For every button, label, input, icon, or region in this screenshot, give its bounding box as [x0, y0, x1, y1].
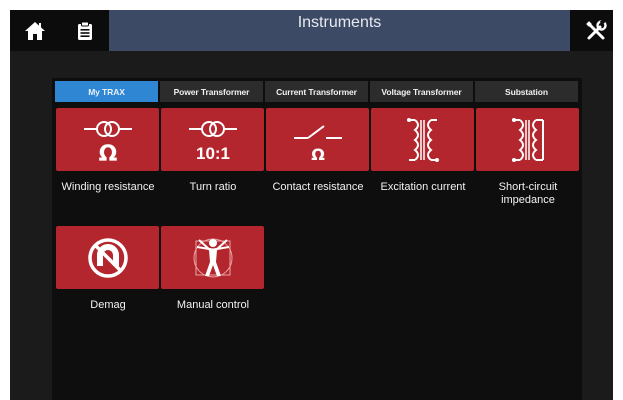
demag-icon [87, 237, 128, 278]
home-button[interactable] [14, 10, 55, 51]
tile-manual-control[interactable]: Manual control [161, 226, 265, 312]
tile-label: Winding resistance [61, 181, 155, 193]
tile-demag[interactable]: Demag [56, 226, 160, 312]
app-screen: Instruments My TRAX Power Transformer Cu… [10, 10, 613, 400]
tile-excitation-current[interactable]: Excitation current [371, 108, 475, 194]
tab-current-transformer[interactable]: Current Transformer [265, 81, 368, 102]
tile-label: Short-circuit impedance [498, 181, 558, 206]
tile-winding-resistance-icon-box: Ω [56, 108, 159, 171]
manual-control-icon [193, 238, 232, 277]
excitation-current-icon [406, 117, 439, 162]
instruments-panel: My TRAX Power Transformer Current Transf… [52, 78, 582, 400]
short-circuit-impedance-icon [511, 117, 544, 162]
home-icon [24, 21, 45, 40]
tile-demag-icon-box [56, 226, 159, 289]
clipboard-button[interactable] [64, 10, 105, 51]
tile-contact-resistance-icon-box: Ω [266, 108, 369, 171]
tile-label: Turn ratio [189, 181, 237, 193]
tile-label: Manual control [176, 299, 250, 311]
tile-short-circuit-impedance[interactable]: Short-circuit impedance [476, 108, 580, 207]
tile-excitation-current-icon-box [371, 108, 474, 171]
category-tabs: My TRAX Power Transformer Current Transf… [55, 81, 578, 102]
clipboard-icon [77, 21, 92, 40]
page-title: Instruments [109, 10, 570, 51]
contact-resistance-glyph: Ω [311, 145, 325, 164]
tile-manual-control-icon-box [161, 226, 264, 289]
tile-short-circuit-impedance-icon-box [476, 108, 579, 171]
tools-button[interactable] [575, 10, 613, 51]
winding-resistance-icon: Ω [83, 120, 132, 164]
winding-resistance-glyph: Ω [98, 142, 117, 164]
tools-icon [585, 19, 607, 39]
tile-label: Demag [90, 299, 126, 311]
tab-substation[interactable]: Substation [475, 81, 578, 102]
tab-power-transformer[interactable]: Power Transformer [160, 81, 263, 102]
turn-ratio-icon: 10:1 [188, 120, 237, 163]
tile-turn-ratio[interactable]: 10:1 Turn ratio [161, 108, 265, 194]
tile-label: Excitation current [380, 181, 466, 193]
tile-label: Contact resistance [272, 181, 364, 193]
tile-winding-resistance[interactable]: Ω Winding resistance [56, 108, 160, 194]
tab-voltage-transformer[interactable]: Voltage Transformer [370, 81, 473, 102]
top-bar: Instruments [10, 10, 613, 51]
turn-ratio-glyph: 10:1 [195, 144, 229, 163]
tab-my-trax[interactable]: My TRAX [55, 81, 158, 102]
tile-turn-ratio-icon-box: 10:1 [161, 108, 264, 171]
tile-contact-resistance[interactable]: Ω Contact resistance [266, 108, 370, 194]
contact-resistance-icon: Ω [293, 124, 342, 164]
